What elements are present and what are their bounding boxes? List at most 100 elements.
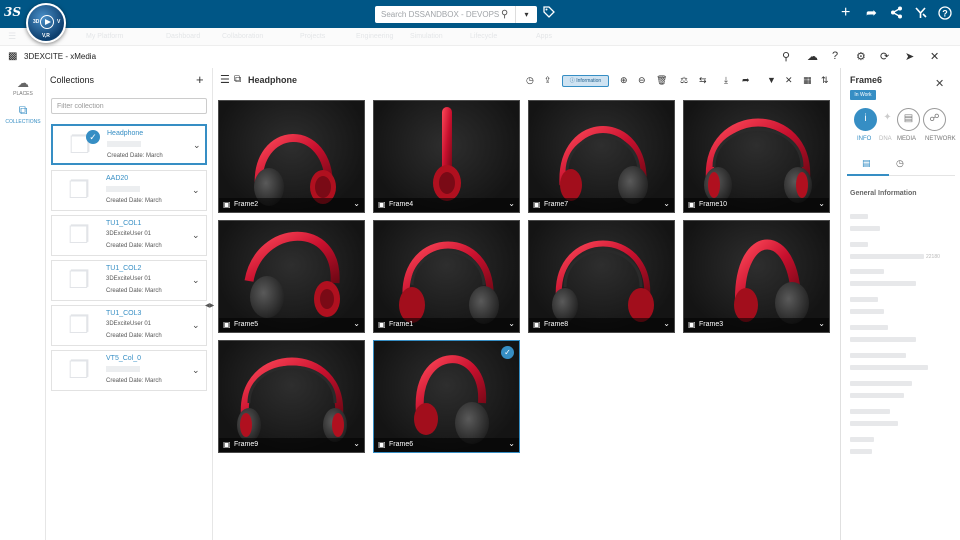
sync-icon[interactable]: ⇆ xyxy=(699,75,707,86)
lifecycle-icon[interactable]: ⚖ xyxy=(680,75,688,86)
filter-icon[interactable]: ▼ xyxy=(767,75,776,85)
menu-item[interactable]: Lifecycle xyxy=(470,33,497,40)
media-tile[interactable]: ✓ ▣ Frame6 ⌄ xyxy=(373,340,520,453)
collection-thumbnail-icon: ❐ xyxy=(68,177,90,204)
chevron-down-icon[interactable]: ⌄ xyxy=(508,319,515,328)
information-button[interactable]: ⓘ Information xyxy=(562,75,609,87)
menu-item[interactable]: Dashboard xyxy=(166,33,200,40)
collection-date: Created Date: March xyxy=(106,288,162,294)
chevron-down-icon[interactable]: ⌄ xyxy=(193,140,201,151)
network-icon[interactable]: ☍ xyxy=(923,108,946,131)
delete-icon[interactable]: 🗑 xyxy=(656,75,667,86)
document-icon[interactable]: ▤ xyxy=(897,108,920,131)
media-tile[interactable]: ▣ Frame1 ⌄ xyxy=(373,220,520,333)
clear-filter-icon[interactable]: ✕ xyxy=(785,75,793,86)
media-tile[interactable]: ▣ Frame2 ⌄ xyxy=(218,100,365,213)
community-icon[interactable] xyxy=(914,6,927,22)
forward-icon[interactable]: ➦ xyxy=(742,75,750,86)
collection-item[interactable]: ❐ AAD20 Created Date: March ⌄ xyxy=(51,170,207,211)
tab-info[interactable]: INFO xyxy=(857,136,871,142)
search-icon[interactable]: ⚲ xyxy=(501,9,508,20)
add-to-collection-icon[interactable]: ⊕ xyxy=(620,75,628,86)
chevron-down-icon[interactable]: ▾ xyxy=(515,6,537,23)
add-collection-button[interactable]: + xyxy=(196,72,204,87)
close-icon[interactable]: ✕ xyxy=(930,50,939,63)
tab-media[interactable]: MEDIA xyxy=(897,136,916,142)
image-icon: ▣ xyxy=(688,320,696,329)
chevron-down-icon[interactable]: ⌄ xyxy=(353,439,360,448)
download-icon[interactable]: ⤓ xyxy=(724,75,728,86)
network-icon[interactable] xyxy=(890,6,903,22)
info-icon[interactable]: i xyxy=(854,108,877,131)
menu-item[interactable]: My Platform xyxy=(86,33,123,40)
collection-item[interactable]: ❐ TU1_COL3 3DExciteUser 01 Created Date:… xyxy=(51,305,207,346)
nav-places[interactable]: ☁ PLACES xyxy=(0,76,46,97)
hamburger-icon[interactable]: ☰ xyxy=(220,73,230,86)
share-icon[interactable]: ➦ xyxy=(866,6,877,20)
tag-icon[interactable] xyxy=(543,6,555,21)
chevron-down-icon[interactable]: ⌄ xyxy=(508,439,515,448)
collection-date: Created Date: March xyxy=(106,378,162,384)
history-icon[interactable]: ◷ xyxy=(526,75,534,86)
menu-item[interactable]: Apps xyxy=(536,33,552,40)
help-icon[interactable]: ? xyxy=(938,6,952,23)
chevron-down-icon[interactable]: ⌄ xyxy=(818,199,825,208)
filter-collection-input[interactable] xyxy=(52,99,206,113)
sort-icon[interactable]: ⇅ xyxy=(821,75,829,86)
hamburger-icon[interactable]: ☰ xyxy=(8,31,16,42)
upload-icon[interactable]: ⇪ xyxy=(544,75,552,86)
tab-network[interactable]: NETWORK xyxy=(925,136,956,142)
menu-item[interactable]: Collaboration xyxy=(222,33,263,40)
chevron-down-icon[interactable]: ⌄ xyxy=(192,275,200,286)
settings-icon[interactable]: ⚙ xyxy=(856,50,866,63)
search-bar[interactable]: Search DSSANDBOX - DEVOPS ⚲ ▾ xyxy=(375,6,537,23)
media-tile[interactable]: ▣ Frame8 ⌄ xyxy=(528,220,675,333)
plus-icon[interactable]: + xyxy=(841,5,850,21)
collection-item[interactable]: ❐ VT5_Col_0 Created Date: March ⌄ xyxy=(51,350,207,391)
nav-collections[interactable]: ⧉ COLLECTIONS xyxy=(0,103,46,125)
media-tile[interactable]: ▣ Frame4 ⌄ xyxy=(373,100,520,213)
history-icon[interactable]: ◷ xyxy=(896,158,904,169)
help-icon[interactable]: ? xyxy=(832,50,838,62)
close-icon[interactable]: ✕ xyxy=(935,77,944,90)
pin-icon[interactable]: ➤ xyxy=(905,50,914,63)
grid-view-icon[interactable]: ▦ xyxy=(803,75,812,86)
collection-item[interactable]: ❐ ✓ Headphone Created Date: March ⌄ xyxy=(51,124,207,165)
section-title: General Information xyxy=(850,190,917,197)
chevron-down-icon[interactable]: ⌄ xyxy=(663,319,670,328)
chevron-down-icon[interactable]: ⌄ xyxy=(192,185,200,196)
search-placeholder: Search DSSANDBOX - DEVOPS xyxy=(381,10,500,19)
chevron-down-icon[interactable]: ⌄ xyxy=(353,199,360,208)
collection-name: AAD20 xyxy=(106,175,129,182)
media-tile[interactable]: ▣ Frame9 ⌄ xyxy=(218,340,365,453)
media-tile[interactable]: ▣ Frame3 ⌄ xyxy=(683,220,830,333)
menu-item[interactable]: Engineering xyxy=(356,33,393,40)
field-label-redacted xyxy=(850,242,868,247)
compass-button[interactable]: 3D V V,R xyxy=(26,3,66,43)
menu-item[interactable]: Simulation xyxy=(410,33,443,40)
remove-from-collection-icon[interactable]: ⊖ xyxy=(638,75,646,86)
chevron-down-icon[interactable]: ⌄ xyxy=(192,320,200,331)
chevron-down-icon[interactable]: ⌄ xyxy=(508,199,515,208)
filter-collection-field[interactable] xyxy=(51,98,207,114)
panel-resize-handle[interactable]: ◀▶ xyxy=(205,302,214,309)
search-icon[interactable]: ⚲ xyxy=(782,50,790,63)
menu-item[interactable]: Projects xyxy=(300,33,325,40)
chevron-down-icon[interactable]: ⌄ xyxy=(663,199,670,208)
chevron-down-icon[interactable]: ⌄ xyxy=(192,365,200,376)
media-tile[interactable]: ▣ Frame10 ⌄ xyxy=(683,100,830,213)
chevron-down-icon[interactable]: ⌄ xyxy=(192,230,200,241)
field-value-redacted xyxy=(850,254,924,259)
refresh-icon[interactable]: ⟳ xyxy=(880,50,889,63)
media-tile[interactable]: ▣ Frame7 ⌄ xyxy=(528,100,675,213)
field-label-redacted xyxy=(850,353,906,358)
brand-logo: 3S xyxy=(4,5,22,19)
cloud-icon[interactable]: ☁ xyxy=(807,50,818,63)
document-icon[interactable]: ▤ xyxy=(862,158,871,169)
media-tile[interactable]: ▣ Frame5 ⌄ xyxy=(218,220,365,333)
collection-item[interactable]: ❐ TU1_COL1 3DExciteUser 01 Created Date:… xyxy=(51,215,207,256)
collection-item[interactable]: ❐ TU1_COL2 3DExciteUser 01 Created Date:… xyxy=(51,260,207,301)
collection-icon: ⧉ xyxy=(234,74,242,85)
chevron-down-icon[interactable]: ⌄ xyxy=(818,319,825,328)
chevron-down-icon[interactable]: ⌄ xyxy=(353,319,360,328)
